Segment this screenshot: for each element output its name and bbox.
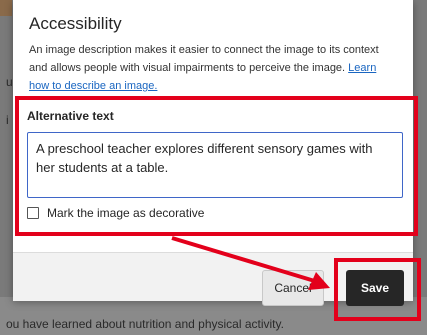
alt-text-label: Alternative text (27, 109, 114, 123)
save-button[interactable]: Save (346, 270, 404, 306)
alt-text-section: Alternative text A preschool teacher exp… (17, 96, 409, 234)
background-text: u (6, 75, 13, 89)
dialog-title: Accessibility (29, 14, 122, 33)
decorative-label: Mark the image as decorative (47, 206, 205, 220)
cancel-button[interactable]: Cancel (262, 270, 324, 306)
decorative-checkbox-row[interactable]: Mark the image as decorative (27, 206, 204, 220)
description-text: An image description makes it easier to … (29, 44, 379, 74)
decorative-checkbox[interactable] (27, 207, 39, 219)
alt-text-input[interactable]: A preschool teacher explores different s… (27, 132, 403, 198)
background-bottom-text: ou have learned about nutrition and phys… (6, 317, 284, 331)
background-text: i (6, 113, 9, 127)
background-thumbnail (0, 0, 12, 16)
accessibility-dialog: Accessibility An image description makes… (13, 0, 413, 301)
dialog-description: An image description makes it easier to … (29, 41, 389, 95)
